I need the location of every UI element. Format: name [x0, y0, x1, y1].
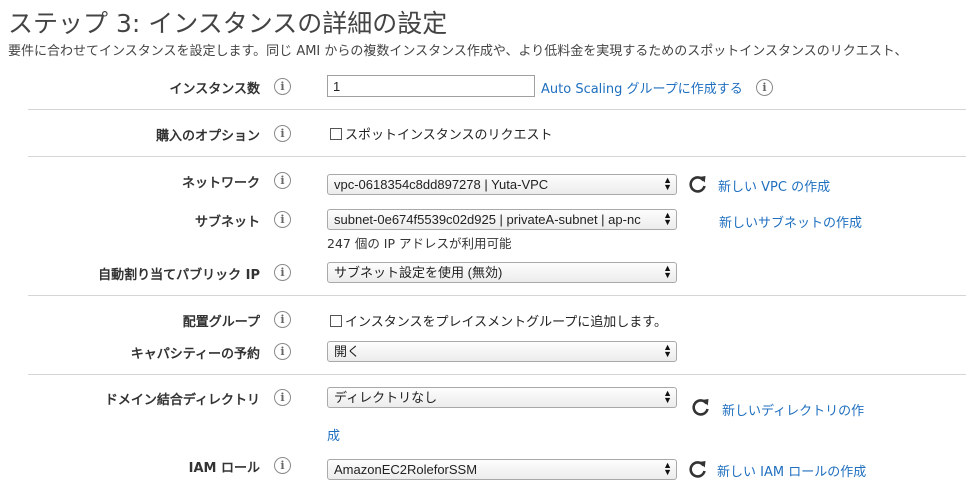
spot-request-label: スポットインスタンスのリクエスト [345, 128, 553, 143]
instances-count-input[interactable] [327, 75, 535, 97]
iam-role-select-value: AmazonEC2RoleforSSM [334, 462, 478, 477]
subnet-select[interactable]: subnet-0e674f5539c02d925 | privateA-subn… [327, 209, 677, 230]
select-arrows-icon: ▲ ▼ [663, 388, 672, 405]
info-icon[interactable]: i [274, 125, 291, 142]
capacity-reservation-select[interactable]: 開く ▲ ▼ [327, 341, 677, 362]
subnet-label: サブネット [194, 215, 260, 230]
select-arrows-icon: ▲ ▼ [663, 460, 672, 477]
domain-directory-select-value: ディレクトリなし [334, 390, 438, 405]
divider [28, 109, 966, 110]
network-select[interactable]: vpc-0618354c8dd897278 | Yuta-VPC ▲ ▼ [327, 174, 677, 195]
iam-role-label: IAM ロール [188, 461, 260, 476]
public-ip-select[interactable]: サブネット設定を使用 (無効) ▲ ▼ [327, 262, 677, 283]
available-ip-hint: 247 個の IP アドレスが利用可能 [327, 236, 512, 251]
purchase-option-label: 購入のオプション [155, 129, 260, 144]
checkbox-icon[interactable] [330, 127, 342, 140]
capacity-reservation-select-value: 開く [334, 344, 361, 359]
placement-group-checkbox[interactable]: インスタンスをプレイスメントグループに追加します。 [330, 311, 667, 330]
placement-group-label: 配置グループ [182, 315, 260, 330]
page-description: 要件に合わせてインスタンスを設定します。同じ AMI からの複数インスタンス作成… [8, 44, 908, 59]
create-vpc-link[interactable]: 新しい VPC の作成 [718, 176, 830, 195]
network-select-value: vpc-0618354c8dd897278 | Yuta-VPC [334, 177, 549, 192]
iam-role-select[interactable]: AmazonEC2RoleforSSM ▲ ▼ [327, 459, 677, 480]
spot-request-checkbox[interactable]: スポットインスタンスのリクエスト [330, 124, 552, 143]
refresh-icon[interactable] [688, 174, 708, 194]
select-arrows-icon: ▲ ▼ [663, 263, 672, 280]
info-icon[interactable]: i [274, 311, 291, 328]
public-ip-label: 自動割り当てパブリック IP [98, 268, 260, 283]
subnet-select-value: subnet-0e674f5539c02d925 | privateA-subn… [334, 212, 641, 227]
select-arrows-icon: ▲ ▼ [663, 210, 672, 227]
select-arrows-icon: ▲ ▼ [663, 175, 672, 192]
info-icon[interactable]: i [274, 172, 291, 189]
divider [28, 295, 966, 296]
domain-directory-label: ドメイン結合ディレクトリ [104, 393, 260, 408]
instances-label: インスタンス数 [169, 82, 260, 97]
create-subnet-link[interactable]: 新しいサブネットの作成 [719, 212, 862, 231]
domain-directory-select[interactable]: ディレクトリなし ▲ ▼ [327, 387, 677, 408]
divider [28, 156, 966, 157]
checkbox-icon[interactable] [330, 314, 342, 327]
refresh-icon[interactable] [691, 397, 711, 417]
info-icon[interactable]: i [274, 389, 291, 406]
public-ip-select-value: サブネット設定を使用 (無効) [334, 265, 503, 280]
info-icon[interactable]: i [756, 79, 773, 96]
page-title: ステップ 3: インスタンスの詳細の設定 [8, 9, 448, 38]
refresh-icon[interactable] [688, 459, 708, 479]
select-arrows-icon: ▲ ▼ [663, 342, 672, 359]
create-directory-link-continued[interactable]: 成 [327, 425, 340, 444]
divider [28, 374, 966, 375]
info-icon[interactable]: i [274, 211, 291, 228]
create-iam-role-link[interactable]: 新しい IAM ロールの作成 [717, 461, 866, 480]
info-icon[interactable]: i [274, 457, 291, 474]
info-icon[interactable]: i [274, 343, 291, 360]
network-label: ネットワーク [181, 176, 260, 191]
capacity-reservation-label: キャパシティーの予約 [130, 347, 260, 362]
create-directory-link[interactable]: 新しいディレクトリの作 [722, 400, 864, 419]
auto-scaling-link[interactable]: Auto Scaling グループに作成する [541, 78, 743, 97]
info-icon[interactable]: i [274, 78, 291, 95]
info-icon[interactable]: i [274, 264, 291, 281]
placement-group-checkbox-label: インスタンスをプレイスメントグループに追加します。 [345, 315, 668, 330]
